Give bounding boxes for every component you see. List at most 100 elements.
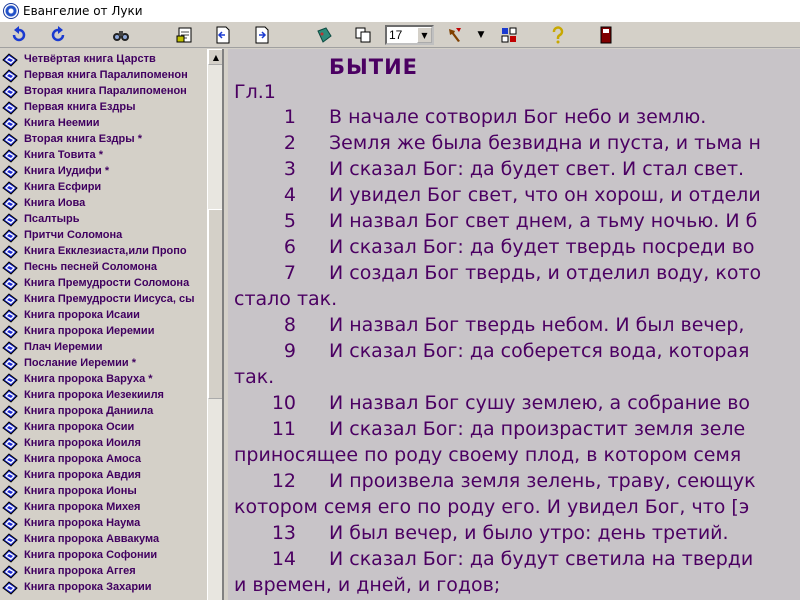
book-icon xyxy=(2,468,18,483)
title-bar: Евангелие от Луки xyxy=(0,0,800,22)
book-list-item[interactable]: Песнь песней Соломона xyxy=(0,259,207,275)
book-title: БЫТИЕ xyxy=(329,55,419,79)
prev-page-icon[interactable] xyxy=(212,25,234,45)
book-icon xyxy=(2,100,18,115)
book-list-item[interactable]: Книга Екклезиаста,или Пропо xyxy=(0,243,207,259)
zoom-select[interactable]: 17 ▼ xyxy=(385,25,434,45)
book-label: Книга Неемии xyxy=(24,117,100,129)
book-icon xyxy=(2,356,18,371)
next-page-icon[interactable] xyxy=(251,25,273,45)
book-label: Песнь песней Соломона xyxy=(24,261,158,273)
book-list-item[interactable]: Вторая книга Ездры * xyxy=(0,131,207,147)
book-label: Книга пророка Даниила xyxy=(24,405,154,417)
scroll-up-icon[interactable]: ▲ xyxy=(208,49,222,65)
forward-icon[interactable] xyxy=(47,25,69,45)
print-icon[interactable] xyxy=(174,25,196,45)
book-list-item[interactable]: Книга Иудифи * xyxy=(0,163,207,179)
book-label: Книга Товита * xyxy=(24,149,103,161)
copy-icon[interactable] xyxy=(352,25,374,45)
book-list-item[interactable]: Книга пророка Амоса xyxy=(0,451,207,467)
help-icon[interactable] xyxy=(547,25,569,45)
book-list-item[interactable]: Книга пророка Даниила xyxy=(0,403,207,419)
book-list-item[interactable]: Книга пророка Варуха * xyxy=(0,371,207,387)
verse-text: И назвал Бог свет днем, а тьму ночью. И … xyxy=(329,210,758,232)
book-list-item[interactable]: Книга пророка Иезекииля xyxy=(0,387,207,403)
verse-text: И сказал Бог: да будет твердь посреди во xyxy=(329,236,755,258)
verse-text: Земля же была безвидна и пуста, и тьма н xyxy=(329,132,761,154)
sidebar-scrollbar[interactable]: ▲ xyxy=(207,49,222,600)
book-list-item[interactable]: Первая книга Ездры xyxy=(0,99,207,115)
book-list-item[interactable]: Книга пророка Софонии xyxy=(0,547,207,563)
book-icon xyxy=(2,116,18,131)
chapter-heading: Гл.1 xyxy=(234,81,276,103)
book-list-item[interactable]: Вторая книга Паралипоменон xyxy=(0,83,207,99)
book-list-item[interactable]: Четвёртая книга Царств xyxy=(0,51,207,67)
chevron-down-icon[interactable]: ▼ xyxy=(417,27,432,43)
book-label: Книга Премудрости Иисуса, сы xyxy=(24,293,195,305)
book-icon xyxy=(2,180,18,195)
book-list-item[interactable]: Книга пророка Исаии xyxy=(0,307,207,323)
book-icon xyxy=(2,516,18,531)
verse-text: И создал Бог твердь, и отделил воду, кот… xyxy=(329,262,762,284)
book-icon xyxy=(2,500,18,515)
book-icon xyxy=(2,436,18,451)
book-label: Послание Иеремии * xyxy=(24,357,136,369)
book-icon xyxy=(2,340,18,355)
verse-text: В начале сотворил Бог небо и землю. xyxy=(329,106,707,128)
book-label: Книга Есфири xyxy=(24,181,102,193)
book-list-item[interactable]: Книга пророка Осии xyxy=(0,419,207,435)
verse-text: И сказал Бог: да произрастит земля зеле xyxy=(329,418,746,440)
find-icon[interactable] xyxy=(110,25,132,45)
book-label: Псалтырь xyxy=(24,213,80,225)
book-list-item[interactable]: Книга Есфири xyxy=(0,179,207,195)
verse-number: 1 xyxy=(283,106,296,128)
book-list-item[interactable]: Книга пророка Иоиля xyxy=(0,435,207,451)
book-icon xyxy=(2,244,18,259)
book-list-item[interactable]: Книга пророка Наума xyxy=(0,515,207,531)
book-list-item[interactable]: Книга пророка Захарии xyxy=(0,579,207,595)
book-list-item[interactable]: Притчи Соломона xyxy=(0,227,207,243)
book-label: Книга пророка Аввакума xyxy=(24,533,160,545)
book-list-item[interactable]: Книга Иова xyxy=(0,195,207,211)
bookmark-icon[interactable] xyxy=(313,25,335,45)
book-list-item[interactable]: Книга Премудрости Иисуса, сы xyxy=(0,291,207,307)
verse-number: 10 xyxy=(271,392,296,414)
text-reader: БЫТИЕ Гл.1 1 В начале сотворил Бог небо и… xyxy=(228,49,800,600)
tools-dropdown-icon[interactable]: ▼ xyxy=(474,25,488,45)
back-icon[interactable] xyxy=(8,25,30,45)
book-list-item[interactable]: Послание Иеремии * xyxy=(0,355,207,371)
book-list-item[interactable]: Псалтырь xyxy=(0,211,207,227)
book-list-item[interactable]: Книга пророка Аггея xyxy=(0,563,207,579)
scrollbar-thumb[interactable] xyxy=(208,209,222,399)
book-list-item[interactable]: Книга Неемии xyxy=(0,115,207,131)
book-label: Притчи Соломона xyxy=(24,229,123,241)
book-label: Книга пророка Иезекииля xyxy=(24,389,164,401)
book-label: Книга пророка Иеремии xyxy=(24,325,155,337)
book-list-item[interactable]: Книга пророка Ионы xyxy=(0,483,207,499)
book-list-item[interactable]: Книга пророка Михея xyxy=(0,499,207,515)
book-list-item[interactable]: Плач Иеремии xyxy=(0,339,207,355)
book-icon xyxy=(2,52,18,67)
settings-icon[interactable] xyxy=(498,25,520,45)
tools-icon[interactable] xyxy=(444,25,466,45)
book-label: Вторая книга Паралипоменон xyxy=(24,85,187,97)
book-list-item[interactable]: Книга пророка Иеремии xyxy=(0,323,207,339)
book-list-item[interactable]: Первая книга Паралипоменон xyxy=(0,67,207,83)
book-list-item[interactable]: Книга Премудрости Соломона xyxy=(0,275,207,291)
verse-text: И назвал Бог твердь небом. И был вечер, xyxy=(329,314,745,336)
verse-number: 3 xyxy=(283,158,296,180)
book-icon xyxy=(2,580,18,595)
book-list-item[interactable]: Книга пророка Аввакума xyxy=(0,531,207,547)
book-icon xyxy=(2,484,18,499)
exit-icon[interactable] xyxy=(595,25,617,45)
book-icon xyxy=(2,420,18,435)
book-label: Книга пророка Авдия xyxy=(24,469,141,481)
verse-text: И сказал Бог: да соберется вода, которая xyxy=(329,340,750,362)
book-label: Книга пророка Варуха * xyxy=(24,373,153,385)
verse-text: И увидел Бог свет, что он хорош, и отдел… xyxy=(329,184,761,206)
book-list-item[interactable]: Книга пророка Авдия xyxy=(0,467,207,483)
verse-text: И был вечер, и было утро: день третий. xyxy=(329,522,729,544)
verse-text: И сказал Бог: да будут светила на тверди xyxy=(329,548,754,570)
book-label: Книга пророка Софонии xyxy=(24,549,158,561)
book-list-item[interactable]: Книга Товита * xyxy=(0,147,207,163)
